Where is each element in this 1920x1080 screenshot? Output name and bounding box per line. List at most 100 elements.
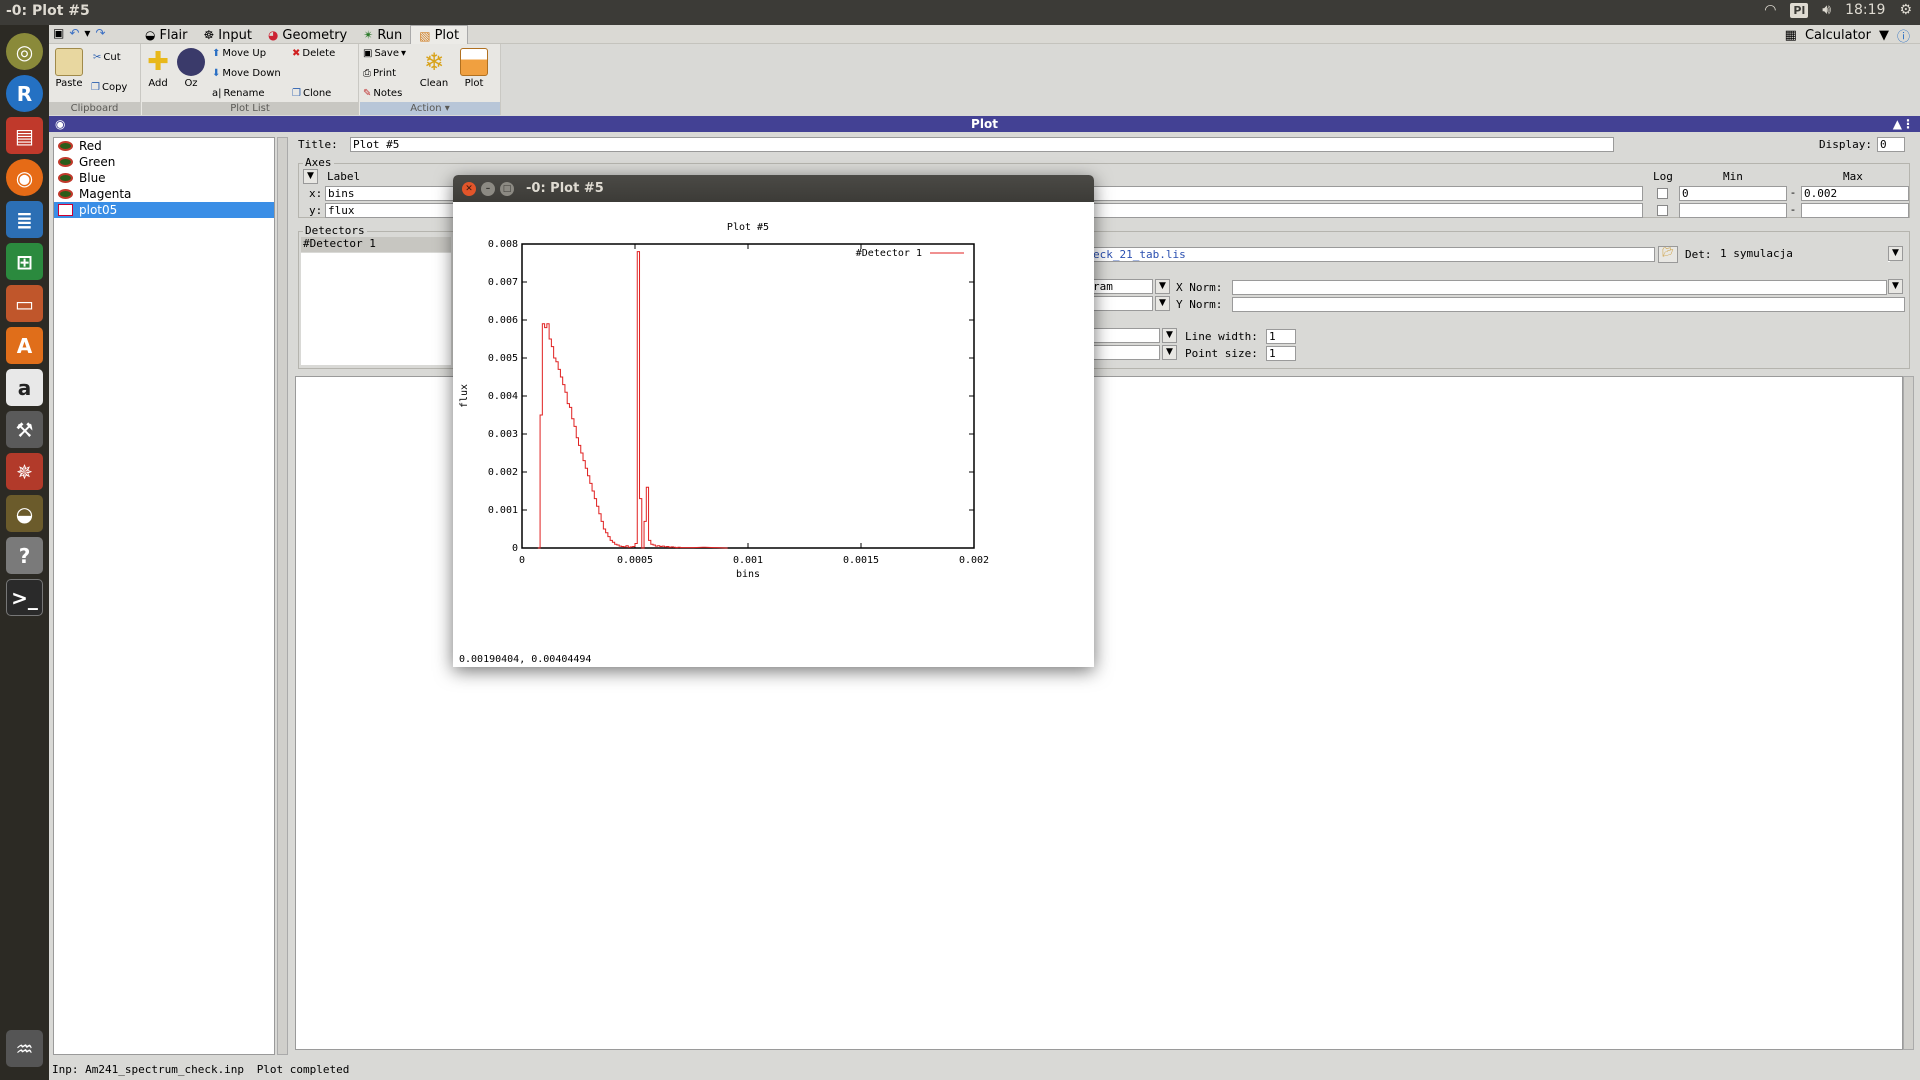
ubuntu-dash-icon[interactable]: ◎ bbox=[6, 33, 43, 70]
y-log-checkbox[interactable] bbox=[1657, 205, 1668, 216]
clone-button[interactable]: ❐ Clone bbox=[292, 88, 331, 99]
redo-icon[interactable]: ↷ bbox=[95, 26, 105, 40]
point-size-spinbox[interactable]: 1 bbox=[1266, 346, 1296, 361]
network-icon[interactable]: ✵ bbox=[6, 453, 43, 490]
save-icon[interactable]: ▣ bbox=[53, 26, 64, 40]
y-norm-input[interactable] bbox=[1232, 297, 1905, 312]
x-max-input[interactable]: 0.002 bbox=[1801, 186, 1909, 201]
detector-list[interactable] bbox=[301, 253, 451, 365]
minimize-icon[interactable]: – bbox=[481, 182, 495, 196]
print-button[interactable]: ⎙ Print bbox=[363, 68, 396, 79]
x-log-checkbox[interactable] bbox=[1657, 188, 1668, 199]
close-icon[interactable]: ✕ bbox=[462, 182, 476, 196]
list-item-label: plot05 bbox=[79, 203, 118, 217]
detector-list-item[interactable]: #Detector 1 bbox=[301, 237, 451, 252]
x-tick-label: 0.0005 bbox=[617, 555, 653, 566]
terminal-icon[interactable]: >_ bbox=[6, 579, 43, 616]
line-width-spinbox[interactable]: 1 bbox=[1266, 329, 1296, 344]
title-input[interactable]: Plot #5 bbox=[350, 137, 1614, 152]
plot-chart[interactable]: Plot #5 bins flux 0 0.0005 0.001 0.0015 0.002 0 0… bbox=[453, 202, 1094, 667]
plot-window-titlebar[interactable]: ✕ – □ -0: Plot #5 bbox=[453, 175, 1094, 202]
r-app-icon[interactable]: R bbox=[6, 75, 43, 112]
dropdown-icon[interactable]: ▾ bbox=[84, 26, 90, 40]
move-up-button[interactable]: ⬆ Move Up bbox=[212, 48, 266, 59]
firefox-icon[interactable]: ◉ bbox=[6, 159, 43, 196]
tab-run[interactable]: ✴ Run bbox=[355, 25, 410, 44]
line-style-select[interactable] bbox=[1090, 328, 1160, 343]
files-icon[interactable]: ▤ bbox=[6, 117, 43, 154]
writer-icon[interactable]: ≣ bbox=[6, 201, 43, 238]
panel-up-icon[interactable]: ▲ bbox=[1893, 116, 1902, 132]
list-item[interactable]: Red bbox=[54, 138, 274, 154]
flair-icon: ◒ bbox=[145, 28, 156, 42]
copy-button[interactable]: ❐ Copy bbox=[91, 82, 127, 93]
rename-button[interactable]: a| Rename bbox=[212, 88, 265, 99]
calc-icon[interactable]: ⊞ bbox=[6, 243, 43, 280]
x-norm-dropdown[interactable]: ▼ bbox=[1888, 279, 1903, 294]
save-button[interactable]: ▣ Save ▾ bbox=[363, 48, 406, 59]
plot-list-scrollbar[interactable] bbox=[277, 137, 288, 1055]
point-style-select[interactable] bbox=[1090, 345, 1160, 360]
info-icon[interactable]: ⓘ bbox=[1897, 26, 1910, 45]
list-item-label: Blue bbox=[79, 171, 106, 185]
label-column-header: Label bbox=[327, 170, 361, 183]
trash-icon[interactable]: ♒ bbox=[6, 1030, 43, 1067]
det-select[interactable]: 1 symulacja bbox=[1718, 247, 1888, 262]
keyboard-layout[interactable]: Pl bbox=[1790, 2, 1809, 18]
calculator-menu[interactable]: ▦ Calculator ▼ ⓘ bbox=[1785, 26, 1910, 45]
panel-drag-icon[interactable]: ⋮ bbox=[1902, 116, 1914, 132]
amazon-icon[interactable]: a bbox=[6, 369, 43, 406]
clean-button[interactable]: ❄ Clean bbox=[418, 48, 450, 89]
help-icon[interactable]: ? bbox=[6, 537, 43, 574]
tab-plot[interactable]: ▧ Plot bbox=[410, 25, 469, 44]
software-center-icon[interactable]: A bbox=[6, 327, 43, 364]
clipboard-group: Paste ✂ Cut ❐ Copy Clipboard bbox=[49, 44, 141, 115]
undo-icon[interactable]: ↶ bbox=[69, 26, 79, 40]
type-select[interactable]: ram bbox=[1090, 279, 1153, 294]
list-item[interactable]: Blue bbox=[54, 170, 274, 186]
paste-button[interactable]: Paste bbox=[53, 48, 85, 89]
x-min-input[interactable]: 0 bbox=[1679, 186, 1787, 201]
tab-geometry[interactable]: ◕ Geometry bbox=[260, 25, 355, 44]
oz-button[interactable]: Oz bbox=[174, 48, 208, 89]
y-min-input[interactable] bbox=[1679, 203, 1787, 218]
type-dropdown[interactable]: ▼ bbox=[1155, 279, 1170, 294]
max-column-header: Max bbox=[1843, 170, 1863, 183]
add-button[interactable]: ✚ Add bbox=[144, 48, 172, 89]
plot-button[interactable]: Plot bbox=[457, 48, 491, 89]
gear-icon[interactable]: ⚙ bbox=[1899, 2, 1912, 18]
action-label: Action bbox=[410, 103, 442, 114]
move-down-button[interactable]: ⬇ Move Down bbox=[212, 68, 281, 79]
delete-button[interactable]: ✖ Delete bbox=[292, 48, 335, 59]
list-item[interactable]: plot05 bbox=[54, 202, 274, 218]
y-max-input[interactable] bbox=[1801, 203, 1909, 218]
volume-icon[interactable]: 🔊︎ bbox=[1822, 2, 1831, 18]
second-type-dropdown[interactable]: ▼ bbox=[1155, 296, 1170, 311]
menu-bar: ▣ ↶ ▾ ↷ ◒ Flair ☸ Input ◕ Geometry ✴ Run ▧ Pl… bbox=[49, 25, 1920, 45]
list-item[interactable]: Magenta bbox=[54, 186, 274, 202]
tab-flair[interactable]: ◒ Flair bbox=[137, 25, 196, 44]
line-style-dropdown[interactable]: ▼ bbox=[1162, 328, 1177, 343]
second-type-select[interactable] bbox=[1090, 296, 1153, 311]
cut-button[interactable]: ✂ Cut bbox=[93, 52, 121, 63]
flair-icon[interactable]: ◒ bbox=[6, 495, 43, 532]
axes-options-dropdown[interactable]: ▼ bbox=[303, 169, 318, 184]
display-spinbox[interactable]: 0 bbox=[1877, 137, 1905, 152]
maximize-icon[interactable]: □ bbox=[500, 182, 514, 196]
tab-input[interactable]: ☸ Input bbox=[196, 25, 260, 44]
impress-icon[interactable]: ▭ bbox=[6, 285, 43, 322]
x-norm-input[interactable] bbox=[1232, 280, 1887, 295]
folder-icon[interactable]: 📂︎ bbox=[1658, 246, 1678, 263]
point-style-dropdown[interactable]: ▼ bbox=[1162, 345, 1177, 360]
clock[interactable]: 18:19 bbox=[1845, 2, 1885, 18]
det-dropdown[interactable]: ▼ bbox=[1888, 246, 1903, 261]
notes-scrollbar[interactable] bbox=[1903, 376, 1914, 1050]
detector-file-input[interactable]: eck_21_tab.lis bbox=[1090, 247, 1655, 262]
notes-button[interactable]: ✎ Notes bbox=[363, 88, 402, 99]
wifi-icon[interactable]: ◠ bbox=[1764, 2, 1776, 18]
plot-window[interactable]: ✕ – □ -0: Plot #5 Plot #5 bins flux 0 0.0005… bbox=[453, 175, 1094, 667]
action-group-label[interactable]: Action ▾ bbox=[360, 102, 500, 115]
settings-icon[interactable]: ⚒ bbox=[6, 411, 43, 448]
list-item[interactable]: Green bbox=[54, 154, 274, 170]
panel-menu-icon[interactable]: ◉ bbox=[55, 116, 65, 132]
